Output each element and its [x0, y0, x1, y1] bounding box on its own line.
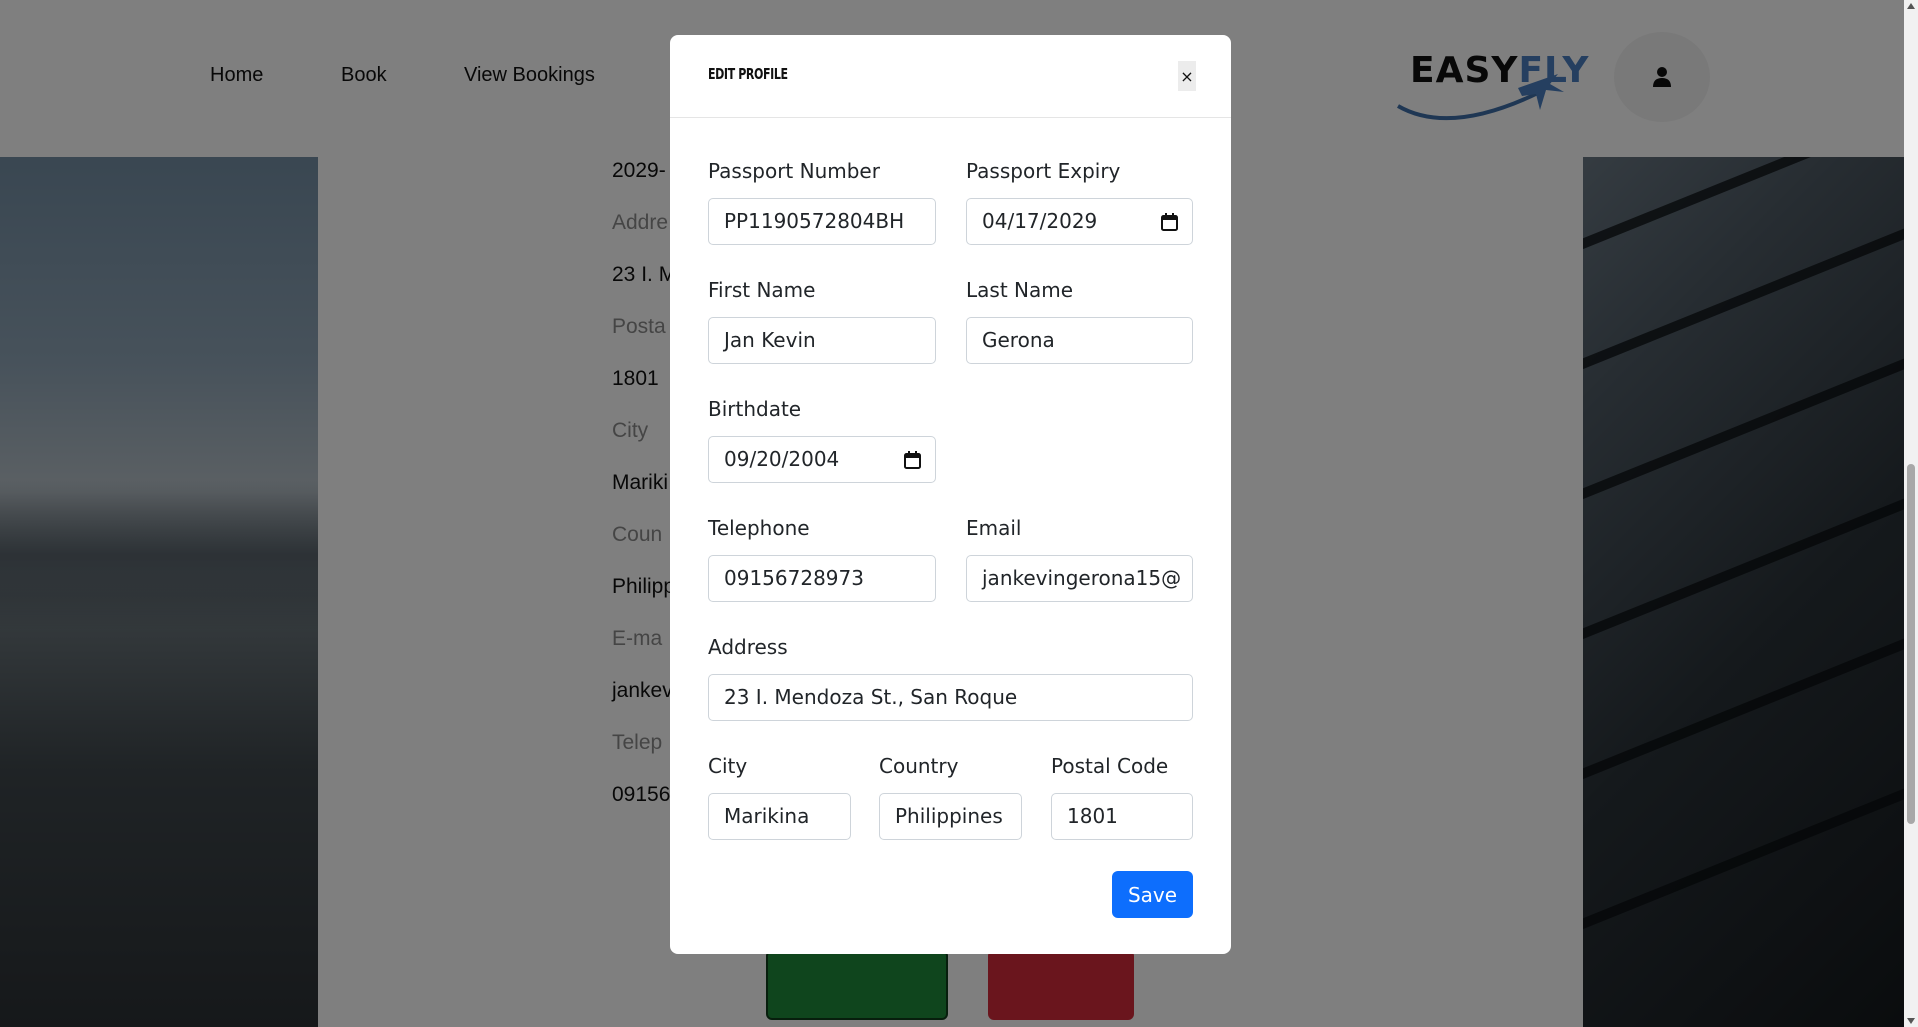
calendar-icon[interactable]	[904, 451, 921, 469]
address-input[interactable]: 23 I. Mendoza St., San Roque	[708, 674, 1193, 721]
passport-expiry-label: Passport Expiry	[966, 159, 1121, 183]
page-scrollbar[interactable]	[1904, 0, 1918, 1027]
save-button[interactable]: Save	[1112, 871, 1193, 918]
postal-code-input[interactable]: 1801	[1051, 793, 1193, 840]
email-label: Email	[966, 516, 1022, 540]
passport-expiry-input[interactable]: 04/17/2029	[966, 198, 1193, 245]
birthdate-label: Birthdate	[708, 397, 802, 421]
birthdate-input[interactable]: 09/20/2004	[708, 436, 936, 483]
last-name-input[interactable]: Gerona	[966, 317, 1193, 364]
telephone-label: Telephone	[708, 516, 810, 540]
first-name-input[interactable]: Jan Kevin	[708, 317, 936, 364]
last-name-label: Last Name	[966, 278, 1074, 302]
calendar-icon[interactable]	[1161, 213, 1178, 231]
first-name-label: First Name	[708, 278, 816, 302]
country-label: Country	[879, 754, 959, 778]
scroll-up-arrow-icon[interactable]	[1907, 3, 1915, 9]
city-input[interactable]: Marikina	[708, 793, 851, 840]
country-input[interactable]: Philippines	[879, 793, 1022, 840]
birthdate-value: 09/20/2004	[724, 447, 840, 471]
address-label: Address	[708, 635, 788, 659]
close-button[interactable]: ×	[1178, 61, 1196, 91]
postal-code-label: Postal Code	[1051, 754, 1169, 778]
telephone-input[interactable]: 09156728973	[708, 555, 936, 602]
modal-header: EDIT PROFILE ×	[670, 35, 1231, 118]
passport-expiry-value: 04/17/2029	[982, 209, 1098, 233]
scroll-down-arrow-icon[interactable]	[1907, 1018, 1915, 1024]
passport-number-input[interactable]: PP1190572804BH	[708, 198, 936, 245]
scrollbar-thumb[interactable]	[1907, 464, 1915, 824]
modal-title: EDIT PROFILE	[708, 65, 788, 83]
edit-profile-modal: EDIT PROFILE × Passport Number PP1190572…	[670, 35, 1231, 954]
city-label: City	[708, 754, 748, 778]
passport-number-label: Passport Number	[708, 159, 880, 183]
email-input[interactable]: jankevingerona15@	[966, 555, 1193, 602]
